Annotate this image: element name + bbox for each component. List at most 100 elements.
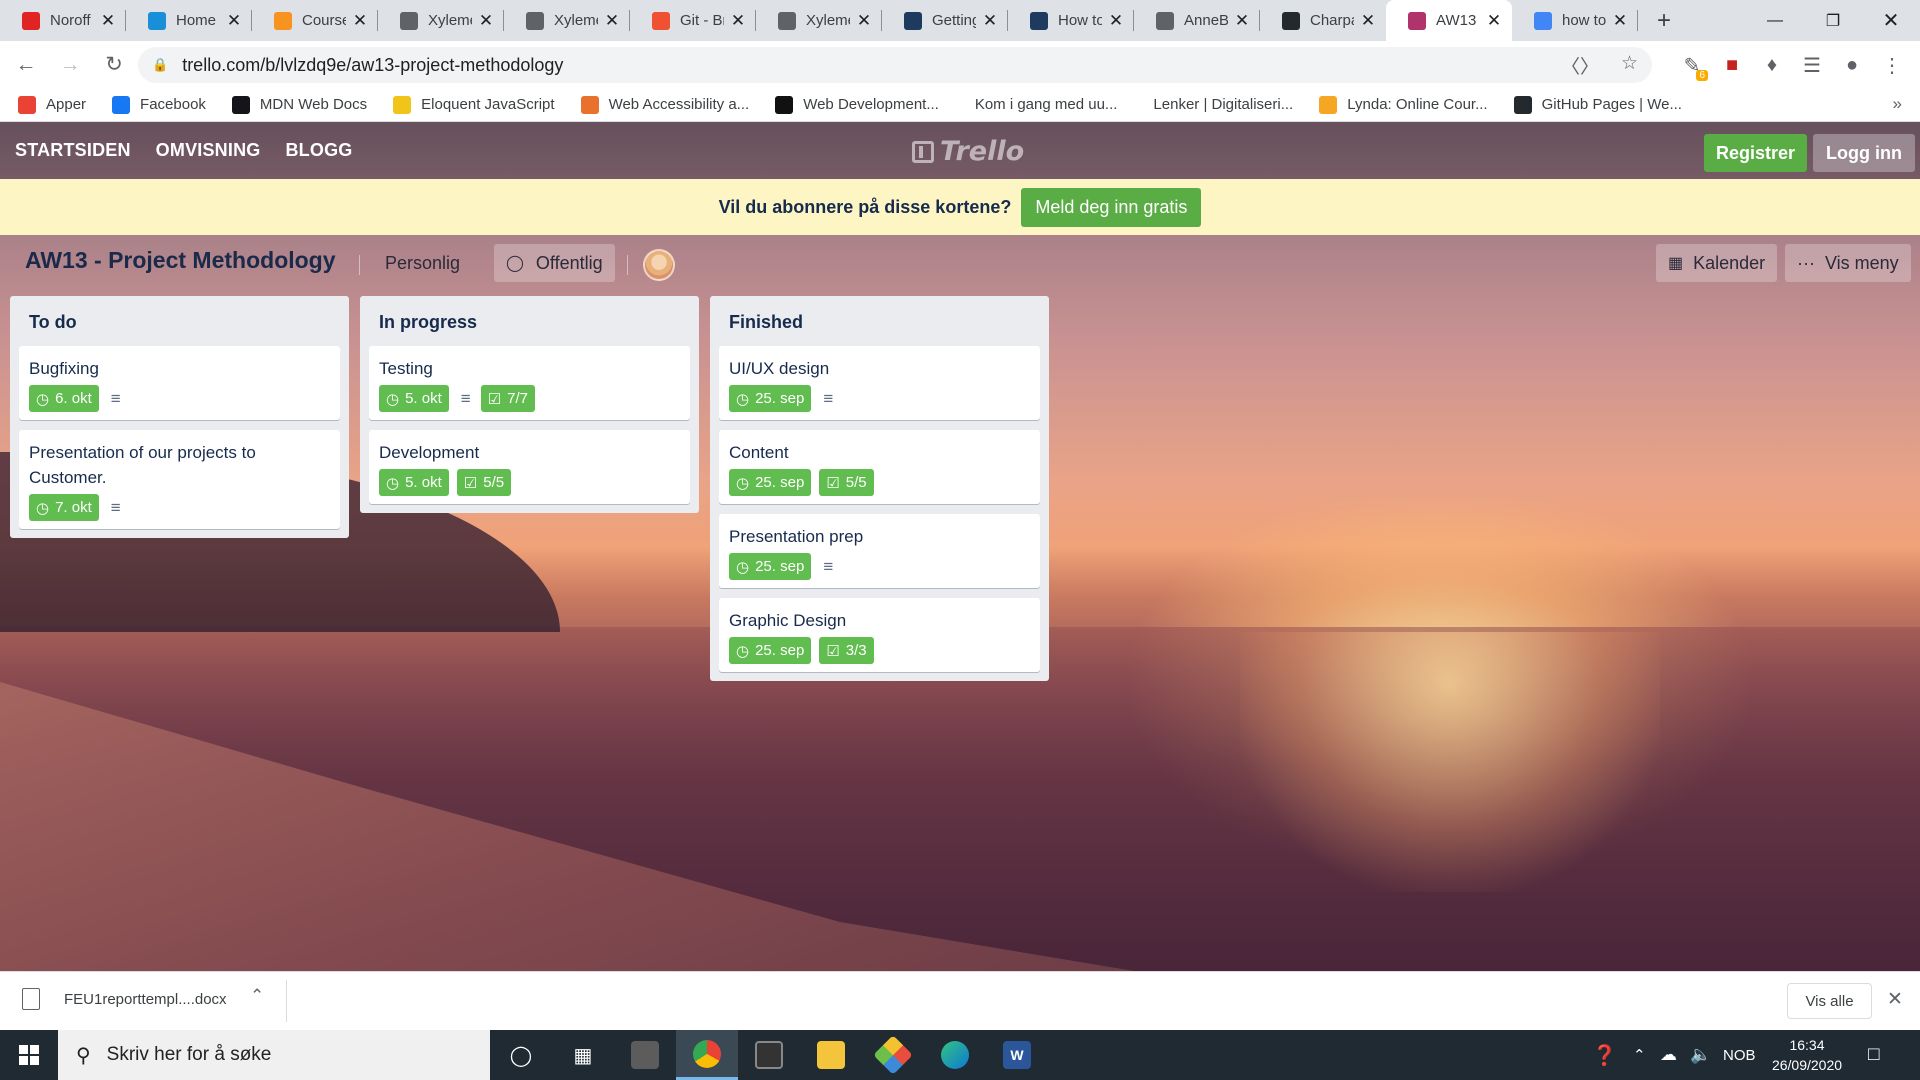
list-title[interactable]: Finished — [719, 296, 1040, 346]
terminal-taskbar-icon[interactable] — [738, 1030, 800, 1080]
team-button[interactable]: Personlig — [373, 244, 472, 282]
card[interactable]: Presentation prep ◷ 25. sep ≡ — [719, 514, 1040, 588]
due-date-badge[interactable]: ◷ 5. okt — [379, 469, 449, 496]
address-bar[interactable]: 🔒 trello.com/b/lvlzdq9e/aw13-project-met… — [138, 47, 1652, 83]
bookmark-item[interactable]: Apper — [18, 95, 86, 114]
due-date-badge[interactable]: ◷ 25. sep — [729, 553, 812, 580]
close-tab-icon[interactable]: ✕ — [1108, 11, 1124, 31]
bookmark-star-icon[interactable]: ☆ — [1621, 52, 1638, 79]
due-date-badge[interactable]: ◷ 25. sep — [729, 637, 812, 664]
chrome-taskbar-icon[interactable] — [676, 1030, 738, 1080]
lock-icon[interactable]: 🔒 — [152, 57, 168, 73]
bookmark-item[interactable]: Kom i gang med uu... — [965, 96, 1118, 114]
browser-tab[interactable]: AnneB ✕ — [1134, 0, 1260, 41]
bookmark-item[interactable]: Web Development... — [775, 95, 939, 114]
kebab-menu-icon[interactable]: ⋮ — [1874, 47, 1910, 83]
due-date-badge[interactable]: ◷ 6. okt — [29, 385, 99, 412]
bookmark-item[interactable]: Lynda: Online Cour... — [1319, 95, 1488, 114]
bookmark-item[interactable]: MDN Web Docs — [231, 95, 367, 114]
maximize-icon[interactable]: ❐ — [1804, 0, 1862, 41]
due-date-badge[interactable]: ◷ 7. okt — [29, 494, 99, 521]
file-explorer-icon[interactable] — [800, 1030, 862, 1080]
browser-tab[interactable]: AW13 ✕ — [1386, 0, 1512, 41]
translate-icon[interactable]: 〈〉 — [1561, 52, 1599, 79]
minimize-icon[interactable]: — — [1746, 0, 1804, 41]
browser-tab[interactable]: Xyleme ✕ — [378, 0, 504, 41]
edge-taskbar-icon[interactable] — [924, 1030, 986, 1080]
clock[interactable]: 16:34 26/09/2020 — [1762, 1035, 1852, 1075]
show-all-downloads-button[interactable]: Vis alle — [1787, 983, 1872, 1019]
due-date-badge[interactable]: ◷ 5. okt — [379, 385, 449, 412]
avatar[interactable] — [643, 249, 675, 281]
browser-tab[interactable]: Noroff ✕ — [0, 0, 126, 41]
browser-tab[interactable]: How to ✕ — [1008, 0, 1134, 41]
browser-tab[interactable]: Course ✕ — [252, 0, 378, 41]
bookmark-item[interactable]: Web Accessibility a... — [580, 95, 749, 114]
bookmark-item[interactable]: Eloquent JavaScript — [393, 95, 555, 114]
media-icon[interactable]: ☰ — [1794, 47, 1830, 83]
notifications-icon[interactable]: □ — [1868, 1030, 1879, 1080]
taskbar-app-icon[interactable] — [614, 1030, 676, 1080]
close-tab-icon[interactable]: ✕ — [1360, 11, 1376, 31]
bookmark-item[interactable]: Lenker | Digitaliseri... — [1143, 96, 1293, 114]
card[interactable]: Development ◷ 5. okt ☑ 5/5 — [369, 430, 690, 504]
list-title[interactable]: In progress — [369, 296, 690, 346]
login-button[interactable]: Logg inn — [1813, 134, 1915, 172]
close-tab-icon[interactable]: ✕ — [982, 11, 998, 31]
close-tab-icon[interactable]: ✕ — [730, 11, 746, 31]
bookmarks-overflow-icon[interactable]: » — [1893, 94, 1902, 114]
card[interactable]: Presentation of our projects to Customer… — [19, 430, 340, 529]
onedrive-icon[interactable]: ☁ — [1660, 1030, 1677, 1080]
due-date-badge[interactable]: ◷ 25. sep — [729, 469, 812, 496]
pdf-icon[interactable]: ■ — [1714, 47, 1750, 83]
close-tab-icon[interactable]: ✕ — [1486, 11, 1502, 31]
download-item[interactable]: FEU1reporttempl....docx — [22, 988, 227, 1010]
new-tab-icon[interactable]: + — [1644, 0, 1684, 41]
calendar-button[interactable]: ▦ Kalender — [1656, 244, 1778, 282]
help-icon[interactable]: ❓ — [1592, 1030, 1617, 1080]
card[interactable]: UI/UX design ◷ 25. sep ≡ — [719, 346, 1040, 420]
profile-icon[interactable]: ● — [1834, 47, 1870, 83]
register-button[interactable]: Registrer — [1704, 134, 1807, 172]
browser-tab[interactable]: Home ✕ — [126, 0, 252, 41]
browser-tab[interactable]: Xyleme ✕ — [504, 0, 630, 41]
close-tab-icon[interactable]: ✕ — [856, 11, 872, 31]
puzzle-icon[interactable]: ♦ — [1754, 47, 1790, 83]
nav-omvisning[interactable]: OMVISNING — [156, 140, 261, 161]
board-title[interactable]: AW13 - Project Methodology — [25, 247, 336, 274]
trello-logo[interactable]: Trello — [912, 136, 1024, 167]
list-title[interactable]: To do — [19, 296, 340, 346]
nav-blogg[interactable]: BLOGG — [285, 140, 352, 161]
bookmark-item[interactable]: GitHub Pages | We... — [1513, 95, 1682, 114]
close-tab-icon[interactable]: ✕ — [1234, 11, 1250, 31]
cortana-icon[interactable]: ◯ — [490, 1030, 552, 1080]
browser-tab[interactable]: Git - Br ✕ — [630, 0, 756, 41]
bookmark-item[interactable]: Facebook — [112, 95, 206, 114]
close-tab-icon[interactable]: ✕ — [604, 11, 620, 31]
back-icon[interactable]: ← — [8, 47, 44, 83]
word-taskbar-icon[interactable]: W — [986, 1030, 1048, 1080]
close-tab-icon[interactable]: ✕ — [478, 11, 494, 31]
close-tab-icon[interactable]: ✕ — [352, 11, 368, 31]
extension-icon[interactable]: ✎ 6 — [1674, 47, 1710, 83]
close-tab-icon[interactable]: ✕ — [226, 11, 242, 31]
close-window-icon[interactable]: ✕ — [1862, 0, 1920, 41]
signup-free-button[interactable]: Meld deg inn gratis — [1021, 187, 1202, 227]
browser-tab[interactable]: Charpa ✕ — [1260, 0, 1386, 41]
browser-tab[interactable]: Getting ✕ — [882, 0, 1008, 41]
task-view-icon[interactable]: ▦ — [552, 1030, 614, 1080]
chevron-up-icon[interactable]: ⌃ — [250, 986, 264, 1006]
card[interactable]: Graphic Design ◷ 25. sep ☑ 3/3 — [719, 598, 1040, 672]
close-tab-icon[interactable]: ✕ — [100, 11, 116, 31]
chevron-up-icon[interactable]: ⌃ — [1633, 1030, 1646, 1080]
nav-startsiden[interactable]: STARTSIDEN — [15, 140, 131, 161]
reload-icon[interactable]: ↻ — [96, 47, 132, 83]
forward-icon[interactable]: → — [52, 47, 88, 83]
visibility-button[interactable]: ◯ Offentlig — [494, 244, 615, 282]
close-tab-icon[interactable]: ✕ — [1612, 11, 1628, 31]
taskbar-search-box[interactable]: ⚲ Skriv her for å søke — [58, 1030, 490, 1080]
close-download-bar-icon[interactable]: ✕ — [1887, 988, 1903, 1011]
browser-tab[interactable]: Xyleme ✕ — [756, 0, 882, 41]
start-button[interactable] — [0, 1030, 58, 1080]
due-date-badge[interactable]: ◷ 25. sep — [729, 385, 812, 412]
